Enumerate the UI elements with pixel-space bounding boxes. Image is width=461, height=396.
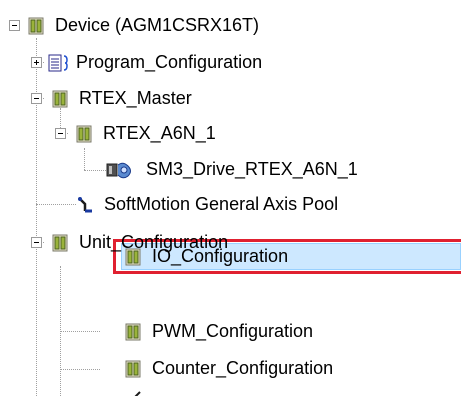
device-module-icon	[27, 17, 45, 35]
tree-line	[60, 369, 100, 370]
device-tree: Device (AGM1CSRX16T) Program_Configurati…	[0, 0, 461, 396]
tree-node-program-configuration[interactable]: Program_Configuration	[48, 49, 262, 76]
tree-line	[36, 38, 37, 396]
collapse-toggle-rtex-master[interactable]	[31, 93, 42, 104]
program-config-icon	[48, 54, 68, 72]
tree-line	[60, 331, 100, 332]
tree-node-device[interactable]: Device (AGM1CSRX16T)	[27, 12, 259, 39]
expand-toggle-program-configuration[interactable]	[31, 57, 42, 68]
tree-node-rtex-master[interactable]: RTEX_Master	[51, 85, 192, 112]
tree-line	[84, 148, 85, 170]
tree-node-sm3-drive[interactable]: SM3_Drive_RTEX_A6N_1	[106, 156, 358, 183]
tree-line	[36, 204, 76, 205]
tree-node-counter-configuration[interactable]: Counter_Configuration	[124, 355, 333, 382]
tree-node-label: RTEX_Master	[79, 88, 192, 108]
collapse-toggle-device[interactable]	[9, 20, 20, 31]
tree-node-label: RTEX_A6N_1	[103, 123, 216, 143]
tree-node-label: Counter_Configuration	[152, 358, 334, 378]
tree-node-label: IO_Configuration	[152, 246, 289, 266]
device-module-icon	[124, 323, 142, 341]
device-module-icon	[124, 360, 142, 378]
tree-node-label: PWM_Configuration	[152, 321, 314, 341]
tree-node-pwm-configuration[interactable]: PWM_Configuration	[124, 318, 313, 345]
tree-node-label: Device (AGM1CSRX16T)	[55, 15, 260, 35]
tree-node-softmotion-axis-pool[interactable]: SoftMotion General Axis Pool	[76, 191, 338, 218]
tree-node-label: SoftMotion General Axis Pool	[104, 194, 339, 214]
tree-line	[84, 170, 106, 171]
device-module-icon	[51, 90, 69, 108]
tree-node-io-configuration[interactable]: IO_Configuration	[124, 243, 288, 270]
axis-pool-icon	[76, 196, 94, 214]
partial-tree-icon	[128, 388, 142, 396]
servo-drive-icon	[106, 161, 136, 179]
tree-node-label: Program_Configuration	[76, 52, 263, 72]
collapse-toggle-rtex-a6n-1[interactable]	[55, 128, 66, 139]
device-module-icon	[124, 248, 142, 266]
tree-node-label: SM3_Drive_RTEX_A6N_1	[146, 159, 358, 179]
device-module-icon	[75, 125, 93, 143]
collapse-toggle-unit-configuration[interactable]	[31, 237, 42, 248]
tree-node-rtex-a6n-1[interactable]: RTEX_A6N_1	[75, 120, 216, 147]
device-module-icon	[51, 234, 69, 252]
